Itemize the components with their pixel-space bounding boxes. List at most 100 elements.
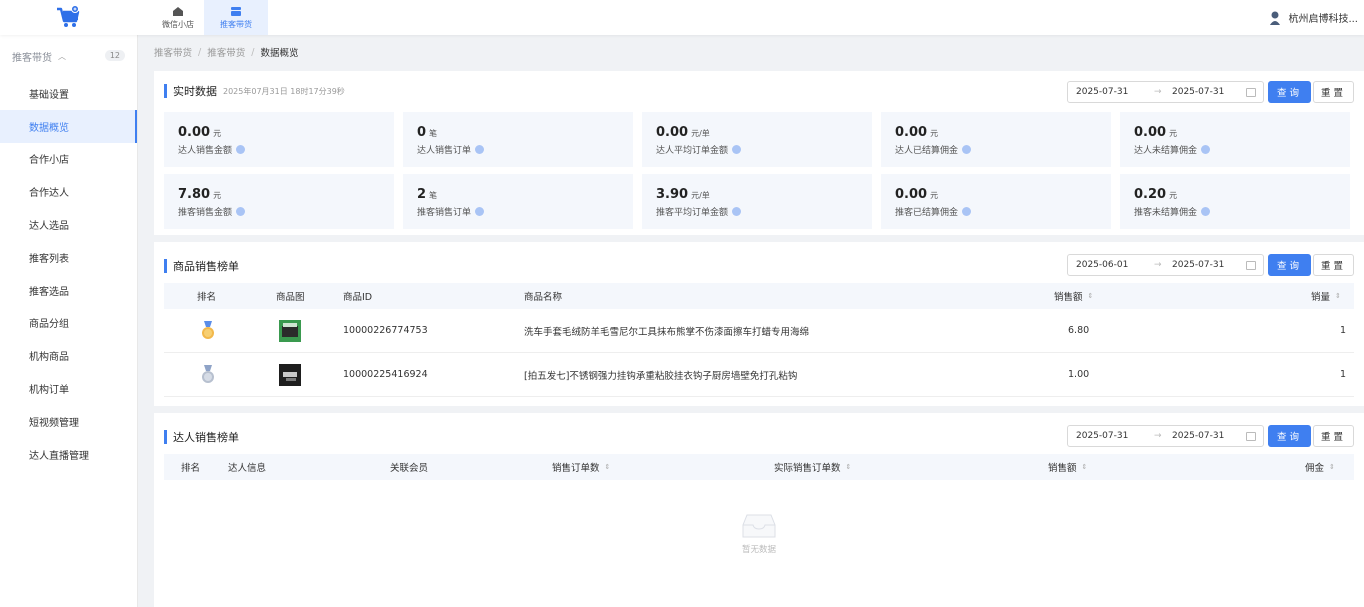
product-sales-amount: 1.00	[1068, 369, 1090, 380]
calendar-icon	[1246, 87, 1256, 97]
date-start[interactable]: 2025-06-01	[1076, 260, 1154, 270]
stat-card: 0.00 元/单 达人平均订单金额	[642, 112, 872, 167]
sidebar-item-live-management[interactable]: 达人直播管理	[0, 438, 137, 471]
stat-value: 3.90	[656, 187, 689, 202]
product-sales-qty: 1	[1340, 325, 1347, 336]
stat-unit: 元	[930, 129, 939, 138]
sort-icon[interactable]: ⇕	[1329, 463, 1335, 471]
date-end[interactable]: 2025-07-31	[1172, 260, 1242, 270]
info-icon[interactable]	[236, 207, 246, 216]
arrow-right-icon: →	[1154, 260, 1162, 270]
sort-icon[interactable]: ⇕	[846, 463, 852, 471]
stat-label: 达人未结算佣金	[1134, 146, 1198, 156]
realtime-date-range[interactable]: 2025-07-31 → 2025-07-31	[1067, 81, 1264, 103]
realtime-timestamp: 2025年07月31日 18时17分39秒	[223, 86, 345, 96]
stat-card: 0.00 元达人销售金额	[164, 112, 394, 167]
reset-button[interactable]: 重置	[1313, 254, 1354, 276]
stat-label: 达人销售金额	[178, 146, 233, 156]
sidebar-item-promoter-selection[interactable]: 推客选品	[0, 274, 137, 307]
sidebar-item-talent-selection[interactable]: 达人选品	[0, 208, 137, 241]
sort-icon[interactable]: ⇕	[1088, 292, 1094, 300]
stat-unit: 元	[930, 191, 939, 200]
sidebar-item-product-groups[interactable]: 商品分组	[0, 307, 137, 340]
talent-date-range[interactable]: 2025-07-31 → 2025-07-31	[1067, 425, 1264, 447]
col-sales-qty[interactable]: 销量 ⇕	[1311, 283, 1341, 309]
sidebar-item-agency-orders[interactable]: 机构订单	[0, 372, 137, 405]
product-date-range[interactable]: 2025-06-01 → 2025-07-31	[1067, 254, 1264, 276]
info-icon[interactable]	[236, 145, 246, 154]
calendar-icon	[1246, 431, 1256, 441]
date-end[interactable]: 2025-07-31	[1172, 431, 1242, 441]
user-avatar-icon	[1270, 11, 1281, 25]
product-thumbnail[interactable]	[279, 320, 301, 342]
breadcrumb: 推客带货 / 推客带货 / 数据概览	[154, 45, 299, 60]
stat-card: 0.00 元达人未结算佣金	[1120, 112, 1350, 167]
stat-card: 2 笔推客销售订单	[403, 174, 633, 229]
col-actual-orders[interactable]: 实际销售订单数 ⇕	[774, 454, 851, 480]
top-nav-promoter[interactable]: 推客带货	[204, 0, 268, 35]
date-end[interactable]: 2025-07-31	[1172, 87, 1242, 97]
product-rank-card: 商品销售榜单 2025-06-01 → 2025-07-31 查询 重置 排名 …	[154, 242, 1364, 406]
query-button[interactable]: 查询	[1268, 254, 1311, 276]
info-icon[interactable]	[962, 145, 972, 154]
breadcrumb-item[interactable]: 推客带货	[154, 45, 192, 59]
col-member: 关联会员	[390, 463, 429, 474]
sort-icon[interactable]: ⇕	[605, 463, 611, 471]
stat-value: 7.80	[178, 187, 211, 202]
sidebar-group-label: 推客带货	[12, 52, 52, 64]
top-nav: 微信小店 推客带货	[152, 0, 268, 35]
top-nav-wechat-store[interactable]: 微信小店	[152, 0, 204, 35]
query-button[interactable]: 查询	[1268, 425, 1311, 447]
date-start[interactable]: 2025-07-31	[1076, 87, 1154, 97]
sidebar-item-partner-stores[interactable]: 合作小店	[0, 143, 137, 176]
gold-medal-icon	[202, 321, 214, 339]
sidebar-group-promoter[interactable]: 推客带货 ︿ 12	[0, 35, 137, 77]
product-id: 10000225416924	[343, 369, 428, 380]
stat-card: 0.00 元达人已结算佣金	[881, 112, 1111, 167]
breadcrumb-item[interactable]: 推客带货	[207, 45, 245, 59]
info-icon[interactable]	[1201, 145, 1211, 154]
reset-button[interactable]: 重置	[1313, 81, 1354, 103]
col-amount[interactable]: 销售额 ⇕	[1048, 454, 1087, 480]
info-icon[interactable]	[732, 145, 742, 154]
stats-grid: 0.00 元达人销售金额 0 笔达人销售订单 0.00 元/单 达人平均订单金额 0.0…	[164, 112, 1354, 229]
info-icon[interactable]	[475, 145, 485, 154]
arrow-right-icon: →	[1154, 87, 1162, 97]
sort-icon[interactable]: ⇕	[1082, 463, 1088, 471]
info-icon[interactable]	[1201, 207, 1211, 216]
col-sales-amount[interactable]: 销售额 ⇕	[1054, 283, 1093, 309]
stat-label: 推客销售金额	[178, 208, 233, 218]
product-id: 10000226774753	[343, 325, 428, 336]
sidebar-item-data-overview[interactable]: 数据概览	[0, 109, 137, 143]
stat-unit: 元	[213, 191, 222, 200]
info-icon[interactable]	[732, 207, 742, 216]
date-start[interactable]: 2025-07-31	[1076, 431, 1154, 441]
query-button[interactable]: 查询	[1268, 81, 1311, 103]
info-icon[interactable]	[475, 207, 485, 216]
stat-unit: 元	[213, 129, 222, 138]
calendar-icon	[1246, 260, 1256, 270]
stat-label: 推客未结算佣金	[1134, 208, 1198, 218]
col-commission[interactable]: 佣金 ⇕	[1305, 454, 1335, 480]
product-thumbnail[interactable]	[279, 364, 301, 386]
sidebar-item-basic-settings[interactable]: 基础设置	[0, 77, 137, 110]
sort-icon[interactable]: ⇕	[1335, 292, 1341, 300]
sidebar-item-agency-products[interactable]: 机构商品	[0, 339, 137, 372]
product-rank-header: 商品销售榜单	[164, 258, 239, 274]
sidebar-item-promoter-list[interactable]: 推客列表	[0, 241, 137, 274]
sidebar-item-short-video[interactable]: 短视频管理	[0, 405, 137, 438]
stat-value: 0.00	[1134, 125, 1167, 140]
talent-rank-header: 达人销售榜单	[164, 429, 239, 445]
empty-text: 暂无数据	[741, 545, 776, 555]
col-id: 商品ID	[343, 292, 373, 303]
product-name: 洗车手套毛绒防羊毛雪尼尔工具抹布熊掌不伤漆面擦车打蜡专用海绵	[524, 326, 810, 338]
product-name: [拍五发七]不锈钢强力挂钩承重粘胶挂衣钩子厨房墙壁免打孔粘钩	[524, 370, 798, 382]
col-orders[interactable]: 销售订单数 ⇕	[552, 454, 610, 480]
info-icon[interactable]	[962, 207, 972, 216]
stat-unit: 元	[1169, 191, 1178, 200]
reset-button[interactable]: 重置	[1313, 425, 1354, 447]
user-menu[interactable]: 杭州启博科技...	[1268, 0, 1358, 35]
cart-logo-icon[interactable]	[55, 4, 81, 30]
product-sales-qty: 1	[1340, 369, 1347, 380]
sidebar-item-partner-talents[interactable]: 合作达人	[0, 175, 137, 208]
